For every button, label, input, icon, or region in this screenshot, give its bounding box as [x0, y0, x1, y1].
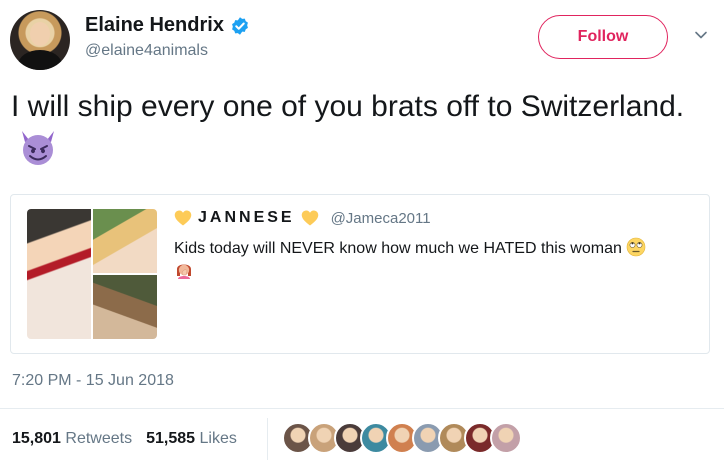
retweets-count: 15,801 — [12, 430, 61, 447]
quoted-author-name[interactable]: JANNESE — [198, 209, 295, 227]
avatar[interactable] — [10, 10, 70, 70]
facepalm-icon — [177, 264, 191, 279]
likes-count: 51,585 — [146, 430, 196, 447]
media-image[interactable] — [93, 209, 157, 273]
tweet-timestamp[interactable]: 7:20 PM - 15 Jun 2018 — [12, 372, 174, 390]
divider — [267, 418, 268, 460]
yellow-heart-icon — [301, 210, 318, 226]
yellow-heart-icon — [174, 210, 192, 226]
author-handle[interactable]: @elaine4animals — [85, 42, 208, 60]
media-image[interactable] — [27, 209, 91, 339]
smiling-devil-icon — [22, 131, 54, 165]
author-display-name[interactable]: Elaine Hendrix — [85, 14, 224, 37]
verified-badge-icon — [232, 16, 248, 35]
tweet-header: Elaine Hendrix @elaine4animals Follow — [10, 8, 714, 72]
quoted-author-handle[interactable]: @Jameca2011 — [331, 210, 431, 227]
tweet-body: I will ship every one of you brats off t… — [11, 90, 685, 123]
divider — [0, 408, 724, 409]
follow-button[interactable]: Follow — [538, 15, 668, 59]
quoted-author-row: JANNESE @Jameca2011 — [174, 209, 431, 227]
quoted-tweet[interactable]: JANNESE @Jameca2011 Kids today will NEVE… — [10, 194, 710, 354]
media-image[interactable] — [93, 275, 157, 339]
avatar-body — [18, 50, 62, 70]
eye-roll-icon — [627, 237, 646, 257]
avatar-face — [30, 22, 50, 46]
likes-label: Likes — [199, 430, 237, 447]
liker-avatars — [282, 422, 522, 454]
liker-avatar[interactable] — [490, 422, 522, 454]
quoted-tweet-body: Kids today will NEVER know how much we H… — [174, 240, 622, 257]
tweet-text: I will ship every one of you brats off t… — [11, 86, 701, 170]
quoted-tweet-media[interactable] — [27, 209, 157, 339]
quoted-tweet-text: Kids today will NEVER know how much we H… — [174, 237, 704, 283]
likes-stat[interactable]: 51,585 Likes — [146, 430, 237, 448]
author-name-row: Elaine Hendrix — [85, 14, 250, 37]
retweets-label: Retweets — [65, 430, 133, 447]
chevron-down-icon[interactable] — [694, 28, 708, 42]
engagement-stats: 15,801 Retweets 51,585 Likes — [12, 430, 237, 448]
retweets-stat[interactable]: 15,801 Retweets — [12, 430, 132, 448]
